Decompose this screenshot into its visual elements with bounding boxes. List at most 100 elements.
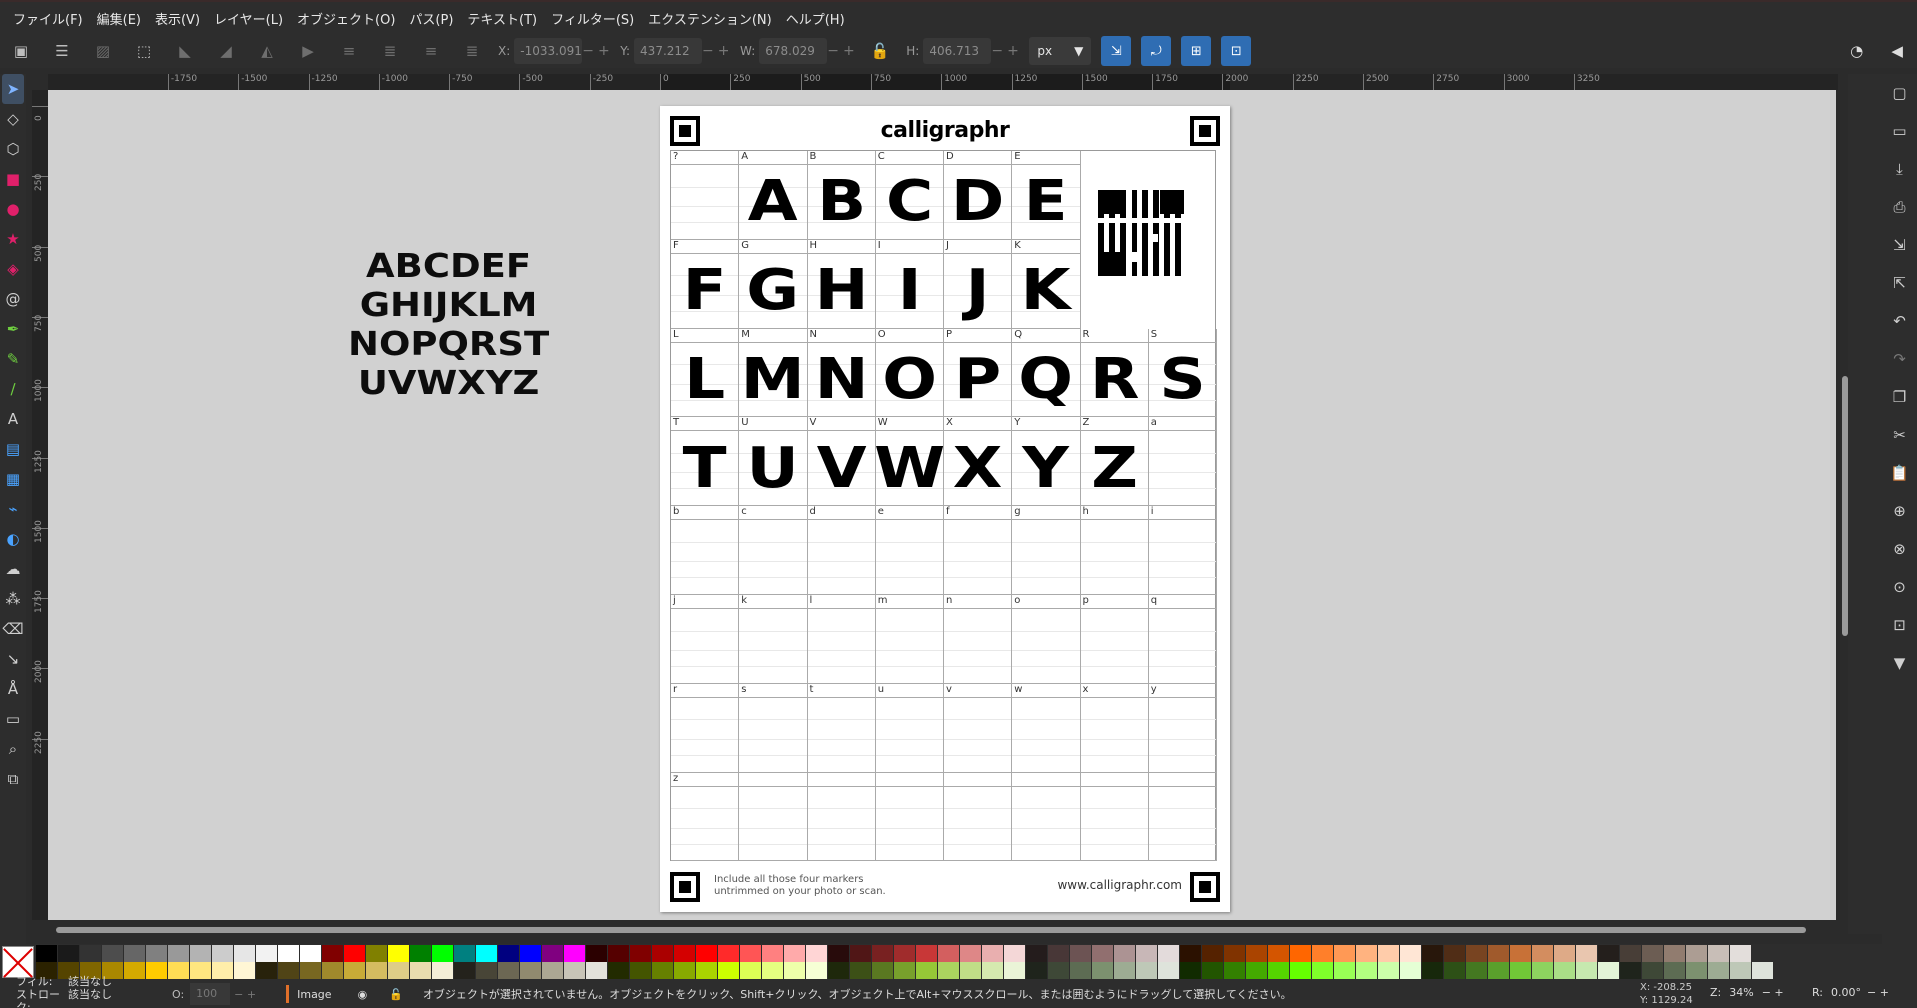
deselect-icon[interactable]: ▨ [91, 39, 115, 63]
color-swatch[interactable] [1070, 962, 1092, 979]
visibility-eye-icon[interactable]: ◉ [358, 988, 368, 1001]
raise-icon[interactable]: ≣ [378, 39, 402, 63]
lpe-tool-icon[interactable]: Å [2, 674, 24, 704]
lower-to-bottom-icon[interactable]: ≣ [460, 39, 484, 63]
menu-item[interactable]: パス(P) [402, 9, 460, 28]
color-swatch[interactable] [564, 962, 586, 979]
color-swatch[interactable] [1334, 945, 1356, 962]
zoom-drawing-icon[interactable]: ⊗ [1887, 530, 1913, 568]
color-swatch[interactable] [1708, 945, 1730, 962]
select-all-layers-icon[interactable]: ☰ [50, 39, 74, 63]
color-swatch[interactable] [762, 962, 784, 979]
rotation-stepper[interactable]: − + [1867, 986, 1889, 999]
color-swatch[interactable] [872, 945, 894, 962]
color-swatch[interactable] [674, 945, 696, 962]
color-swatch[interactable] [476, 962, 498, 979]
zoom-tool-icon[interactable]: ⌕ [2, 734, 24, 764]
color-swatch[interactable] [278, 962, 300, 979]
color-swatch[interactable] [146, 962, 168, 979]
color-swatch[interactable] [1620, 945, 1642, 962]
color-swatch[interactable] [168, 945, 190, 962]
tweak-tool-icon[interactable]: ☁ [2, 554, 24, 584]
color-swatch[interactable] [1356, 962, 1378, 979]
color-swatch[interactable] [1224, 962, 1246, 979]
measure-tool-icon[interactable]: ⧉ [2, 764, 24, 794]
color-swatch[interactable] [586, 945, 608, 962]
collapse-panel-icon[interactable]: ◀ [1891, 42, 1903, 60]
color-swatch[interactable] [58, 945, 80, 962]
color-swatch[interactable] [828, 962, 850, 979]
menu-item[interactable]: フィルター(S) [544, 9, 641, 28]
color-swatch[interactable] [344, 962, 366, 979]
paint-bucket-icon[interactable]: ◐ [2, 524, 24, 554]
color-swatch[interactable] [608, 962, 630, 979]
color-swatch[interactable] [1092, 945, 1114, 962]
color-swatch[interactable] [124, 945, 146, 962]
stroke-value[interactable]: 該当なし [68, 988, 112, 1008]
color-swatch[interactable] [1466, 945, 1488, 962]
color-swatch[interactable] [1026, 945, 1048, 962]
y-stepper[interactable]: −+ [702, 43, 734, 59]
color-swatch[interactable] [1532, 945, 1554, 962]
color-swatch[interactable] [168, 962, 190, 979]
color-swatch[interactable] [960, 962, 982, 979]
color-swatch[interactable] [234, 945, 256, 962]
color-swatch[interactable] [784, 945, 806, 962]
calligraphy-tool-icon[interactable]: ∕ [2, 374, 24, 404]
color-swatch[interactable] [762, 945, 784, 962]
color-swatch[interactable] [1268, 945, 1290, 962]
color-swatch[interactable] [432, 945, 454, 962]
color-swatch[interactable] [718, 962, 740, 979]
pages-tool-icon[interactable]: ▭ [2, 704, 24, 734]
menu-item[interactable]: ファイル(F) [6, 9, 90, 28]
flip-horizontal-icon[interactable]: ◭ [255, 39, 279, 63]
color-swatch[interactable] [300, 945, 322, 962]
color-swatch[interactable] [410, 945, 432, 962]
color-swatch[interactable] [1048, 945, 1070, 962]
eraser-tool-icon[interactable]: ⌫ [2, 614, 24, 644]
node-tool-icon[interactable]: ◇ [2, 104, 24, 134]
vertical-scroll-thumb[interactable] [1842, 376, 1848, 636]
color-swatch[interactable] [1312, 962, 1334, 979]
color-swatch[interactable] [498, 945, 520, 962]
color-swatch[interactable] [1642, 945, 1664, 962]
color-swatch[interactable] [366, 962, 388, 979]
color-swatch[interactable] [696, 945, 718, 962]
color-swatch[interactable] [80, 945, 102, 962]
menu-item[interactable]: エクステンション(N) [641, 9, 778, 28]
cut-icon[interactable]: ✂ [1887, 416, 1913, 454]
save-icon[interactable]: ⤓ [1887, 150, 1913, 188]
color-swatch[interactable] [1598, 945, 1620, 962]
lower-icon[interactable]: ≡ [419, 39, 443, 63]
color-swatch[interactable] [718, 945, 740, 962]
color-swatch[interactable] [36, 945, 58, 962]
color-swatch[interactable] [388, 962, 410, 979]
color-swatch[interactable] [542, 945, 564, 962]
color-swatch[interactable] [872, 962, 894, 979]
scale-corners-button[interactable]: ⤾ [1141, 36, 1172, 66]
gradient-tool-icon[interactable]: ▤ [2, 434, 24, 464]
color-swatch[interactable] [652, 962, 674, 979]
template-page[interactable]: calligraphr ? A A B B C C D D E E F F G G H H I I J J K K L L M M N… [660, 106, 1230, 912]
color-swatch[interactable] [806, 945, 828, 962]
w-input[interactable]: 678.029 [759, 38, 828, 64]
color-swatch[interactable] [1466, 962, 1488, 979]
menu-item[interactable]: 編集(E) [90, 9, 148, 28]
layer-indicator[interactable]: Image ◉ 🔓 [286, 985, 403, 1003]
color-swatch[interactable] [124, 962, 146, 979]
color-swatch[interactable] [894, 962, 916, 979]
color-swatch[interactable] [1620, 962, 1642, 979]
menu-item[interactable]: オブジェクト(O) [290, 9, 402, 28]
color-swatch[interactable] [1510, 962, 1532, 979]
alphabet-sample-text[interactable]: ABCDEF GHIJKLM NOPQRST UVWXYZ [303, 246, 594, 402]
color-swatch[interactable] [1378, 945, 1400, 962]
h-input[interactable]: 406.713 [923, 38, 992, 64]
horizontal-scrollbar[interactable] [56, 926, 1806, 934]
color-swatch[interactable] [1290, 962, 1312, 979]
color-swatch[interactable] [1026, 962, 1048, 979]
color-swatch[interactable] [476, 945, 498, 962]
copy-icon[interactable]: ❐ [1887, 378, 1913, 416]
color-swatch[interactable] [1136, 945, 1158, 962]
color-swatch[interactable] [454, 962, 476, 979]
color-swatch[interactable] [916, 945, 938, 962]
